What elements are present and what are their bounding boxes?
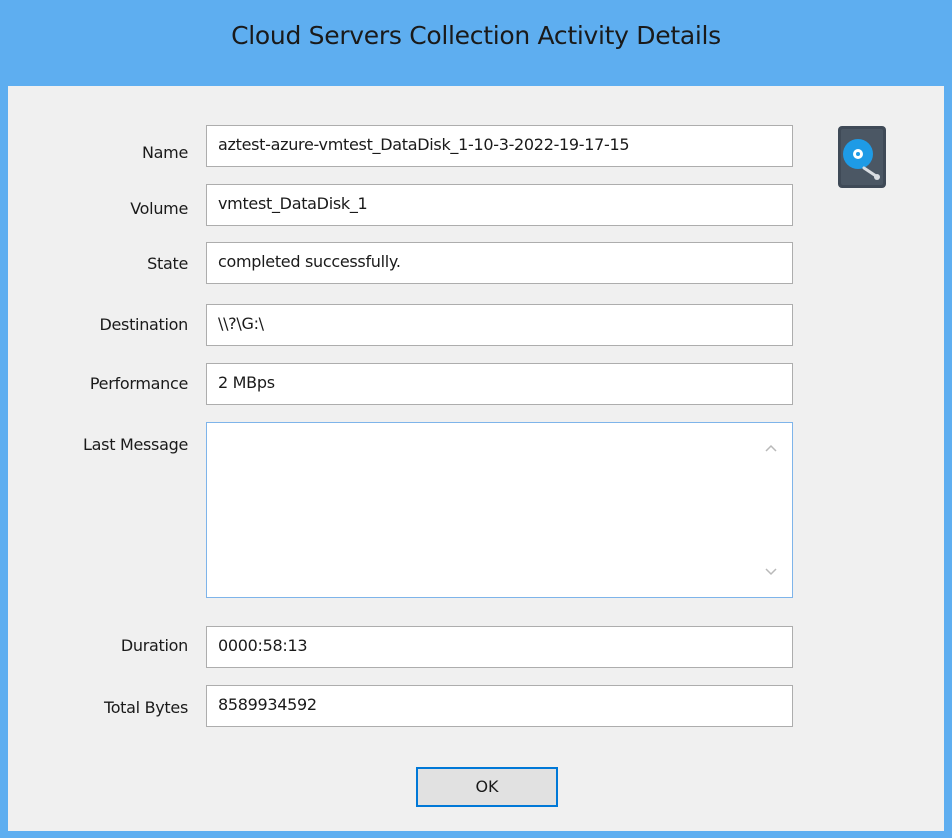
state-field[interactable]: completed successfully. (206, 242, 793, 284)
volume-label: Volume (130, 199, 188, 218)
name-label: Name (141, 143, 188, 162)
destination-field[interactable]: \\?\G:\ (206, 304, 793, 346)
dialog-window: Cloud Servers Collection Activity Detail… (0, 0, 952, 838)
dialog-body: Name Volume State Destination Performanc… (8, 86, 944, 831)
duration-field[interactable]: 0000:58:13 (206, 626, 793, 668)
scroll-up-icon[interactable] (764, 443, 778, 453)
total-bytes-label: Total Bytes (103, 698, 188, 717)
performance-field[interactable]: 2 MBps (206, 363, 793, 405)
volume-field[interactable]: vmtest_DataDisk_1 (206, 184, 793, 226)
total-bytes-field[interactable]: 8589934592 (206, 685, 793, 727)
state-label: State (147, 254, 188, 273)
performance-label: Performance (89, 374, 188, 393)
ok-button[interactable]: OK (416, 767, 558, 807)
labels-column: Name Volume State Destination Performanc… (8, 86, 188, 831)
duration-label: Duration (120, 636, 188, 655)
last-message-textarea[interactable] (206, 422, 793, 598)
name-field[interactable]: aztest-azure-vmtest_DataDisk_1-10-3-2022… (206, 125, 793, 167)
destination-label: Destination (99, 315, 188, 334)
scroll-down-icon[interactable] (764, 567, 778, 577)
title-bar[interactable]: Cloud Servers Collection Activity Detail… (0, 0, 952, 86)
hard-disk-icon (838, 126, 886, 188)
last-message-label: Last Message (83, 435, 188, 454)
dialog-title: Cloud Servers Collection Activity Detail… (231, 21, 721, 50)
